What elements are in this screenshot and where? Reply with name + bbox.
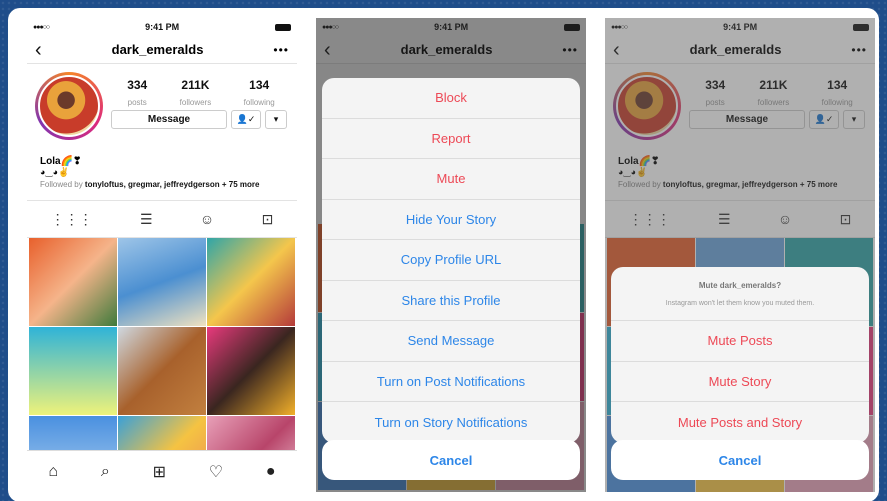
photo-thumbnail[interactable] [29,238,117,326]
mute-story-option[interactable]: Mute Story [611,362,869,402]
photo-thumbnail[interactable] [118,327,206,415]
status-bar: ●●●○○ 9:41 PM [27,18,297,36]
profile-screen: ●●●○○ 9:41 PM ‹ dark_emeralds ••• 334 pos… [27,18,297,492]
report-option[interactable]: Report [322,119,580,159]
photo-thumbnail[interactable] [207,327,295,415]
photo-thumbnail[interactable] [118,238,206,326]
tagged-photos-icon[interactable]: ⊡ [262,211,274,228]
list-view-icon[interactable]: ☰ [140,211,153,228]
display-name: Lola🌈❣ [40,156,82,167]
profile-username: dark_emeralds [111,42,204,57]
profile-stats: 334 posts 211K followers 134 following [111,78,291,110]
dropdown-arrow-icon[interactable]: ▾ [265,110,287,129]
cancel-button[interactable]: Cancel [322,440,580,480]
back-chevron-icon[interactable]: ‹ [35,40,42,60]
action-sheet: Block Report Mute Hide Your Story Copy P… [322,78,580,443]
mute-screen: ●●●○○ 9:41 PM ‹ dark_emeralds ••• 334 pos… [605,18,875,492]
photo-thumbnail[interactable] [29,327,117,415]
following-stat[interactable]: 134 following [244,78,275,110]
share-profile-option[interactable]: Share this Profile [322,281,580,321]
grid-view-icon[interactable]: ⋮⋮⋮ [51,211,93,228]
post-notifications-option[interactable]: Turn on Post Notifications [322,362,580,402]
profile-icon[interactable]: ● [266,463,276,481]
mute-posts-option[interactable]: Mute Posts [611,321,869,362]
nav-bar: ‹ dark_emeralds ••• [27,36,297,64]
home-icon[interactable]: ⌂ [48,463,58,481]
block-option[interactable]: Block [322,78,580,119]
mute-option[interactable]: Mute [322,159,580,200]
bottom-tab-bar: ⌂ ⌕ ⊞ ♡ ● [27,450,297,492]
heart-icon[interactable]: ♡ [209,462,223,482]
profile-actions: Message 👤✓ ▾ [111,110,287,129]
following-check-icon[interactable]: 👤✓ [231,110,261,129]
followed-by[interactable]: Followed by tonyloftus, gregmar, jeffrey… [40,180,284,189]
profile-tabs: ⋮⋮⋮ ☰ ☺ ⊡ [27,200,297,238]
posts-stat[interactable]: 334 posts [127,78,147,110]
tagged-places-icon[interactable]: ☺ [200,211,214,227]
copy-profile-url-option[interactable]: Copy Profile URL [322,240,580,281]
photo-thumbnail[interactable] [207,238,295,326]
search-icon[interactable]: ⌕ [101,463,110,481]
send-message-option[interactable]: Send Message [322,321,580,362]
signal-indicator: ●●●○○ [33,23,50,31]
mute-posts-and-story-option[interactable]: Mute Posts and Story [611,402,869,443]
status-time: 9:41 PM [145,22,180,32]
profile-bio: Lola🌈❣ ◕‿◕✌ Followed by tonyloftus, greg… [27,156,297,200]
battery-icon [275,23,291,31]
story-notifications-option[interactable]: Turn on Story Notifications [322,402,580,443]
followers-stat[interactable]: 211K followers [180,78,212,110]
message-button[interactable]: Message [111,110,227,129]
mute-action-sheet: Mute dark_emeralds? Instagram won't let … [611,267,869,443]
hide-story-option[interactable]: Hide Your Story [322,200,580,240]
avatar[interactable] [35,72,103,140]
more-options-icon[interactable]: ••• [273,43,289,57]
mute-sheet-header: Mute dark_emeralds? Instagram won't let … [611,267,869,321]
mute-sheet-subtitle: Instagram won't let them know you muted … [665,299,815,307]
mute-sheet-title: Mute dark_emeralds? [698,280,782,290]
add-post-icon[interactable]: ⊞ [153,462,166,482]
profile-header: 334 posts 211K followers 134 following Mess… [27,64,297,156]
bio-text: ◕‿◕✌ [40,167,70,177]
options-screen: ●●●○○ 9:41 PM ‹ dark_emeralds ••• Block … [316,18,586,492]
cancel-button[interactable]: Cancel [611,440,869,480]
